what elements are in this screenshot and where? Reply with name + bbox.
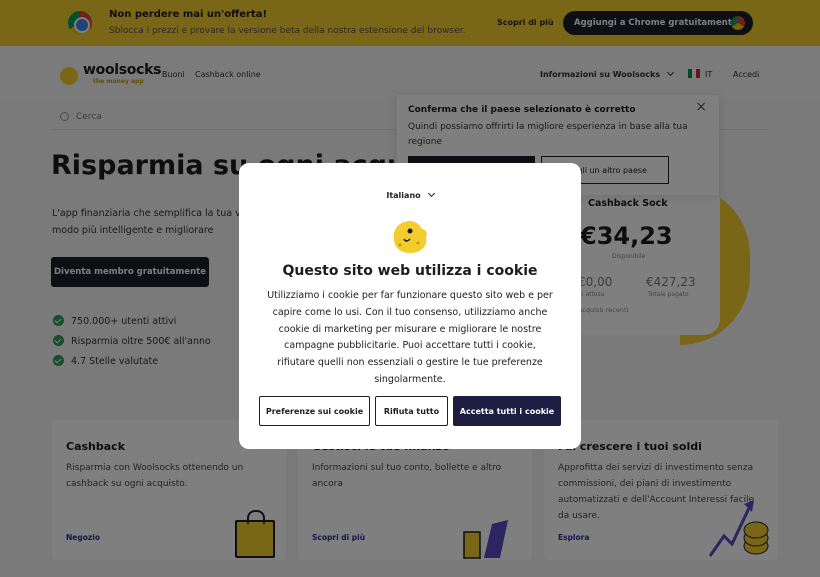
cookie-mascot-icon bbox=[393, 221, 427, 253]
cookie-dialog-title: Questo sito web utilizza i cookie bbox=[282, 263, 538, 279]
accept-all-cookies-button[interactable]: Accetta tutti i cookie bbox=[453, 396, 561, 426]
chevron-down-icon bbox=[427, 189, 435, 198]
cookie-dialog-body: Utilizziamo i cookie per far funzionare … bbox=[267, 290, 553, 385]
cookie-consent-dialog: Italiano Questo sito web utilizza i cook… bbox=[239, 163, 581, 449]
cookie-preferences-button[interactable]: Preferenze sui cookie bbox=[259, 396, 370, 426]
reject-all-button[interactable]: Rifiuta tutto bbox=[375, 396, 448, 426]
language-label: Italiano bbox=[386, 191, 421, 200]
language-selector[interactable]: Italiano bbox=[239, 189, 581, 200]
